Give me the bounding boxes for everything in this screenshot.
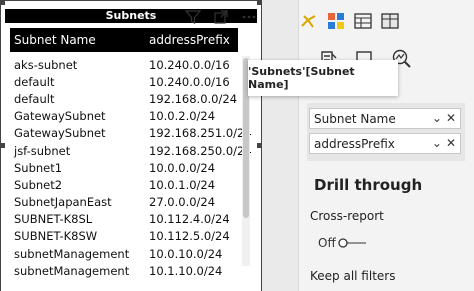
cell-address-prefix: 10.112.5.0/24 xyxy=(149,229,230,244)
table-row[interactable]: default 192.168.0.0/24 xyxy=(10,90,238,107)
column-header-address-prefix[interactable]: addressPrefix xyxy=(141,33,238,47)
cell-address-prefix: 10.0.1.0/24 xyxy=(149,177,216,192)
decomposition-tree-icon[interactable] xyxy=(327,12,345,30)
table-row[interactable]: SubnetJapanEast 27.0.0.0/24 xyxy=(10,194,238,211)
selection-border xyxy=(0,0,262,1)
table-icon[interactable] xyxy=(354,12,372,30)
drill-through-heading: Drill through xyxy=(314,176,423,194)
table-row[interactable]: aks-subnet 10.240.0.0/16 xyxy=(10,56,238,73)
chevron-down-icon[interactable]: ⌄ xyxy=(432,111,442,125)
cross-report-toggle[interactable] xyxy=(337,238,367,248)
cell-subnet-name: default xyxy=(14,91,55,106)
cell-address-prefix: 10.240.0.0/16 xyxy=(149,57,230,72)
filter-icon[interactable] xyxy=(184,8,202,26)
table-row[interactable]: GatewaySubnet 192.168.251.0/24 xyxy=(10,125,252,142)
cell-address-prefix: 10.240.0.0/16 xyxy=(149,74,230,89)
cell-subnet-name: SUBNET-K8SL xyxy=(14,212,93,227)
chevron-down-icon[interactable]: ⌄ xyxy=(432,136,442,150)
table-body: aks-subnet 10.240.0.0/16 default 10.240.0.… xyxy=(10,56,252,279)
cell-address-prefix: 192.168.0.0/24 xyxy=(149,91,238,106)
resize-handle[interactable] xyxy=(257,0,262,5)
cell-subnet-name: aks-subnet xyxy=(14,57,78,72)
cell-subnet-name: GatewaySubnet xyxy=(14,109,106,124)
close-icon[interactable]: ✕ xyxy=(446,111,456,125)
cell-address-prefix: 192.168.250.0/24 xyxy=(149,143,252,158)
table-row[interactable]: default 10.240.0.0/16 xyxy=(10,73,238,90)
field-tooltip: 'Subnets'[Subnet Name] xyxy=(248,60,398,96)
cell-subnet-name: default xyxy=(14,74,55,89)
close-icon[interactable]: ✕ xyxy=(446,136,456,150)
table-row[interactable]: GatewaySubnet 10.0.2.0/24 xyxy=(10,108,238,125)
cell-address-prefix: 10.112.4.0/24 xyxy=(149,212,230,227)
cell-subnet-name: GatewaySubnet xyxy=(14,126,106,141)
cell-subnet-name: Subnet2 xyxy=(14,177,63,192)
cell-subnet-name: Subnet1 xyxy=(14,160,63,175)
visual-header-icons xyxy=(184,8,258,26)
table-row[interactable]: SUBNET-K8SL 10.112.4.0/24 xyxy=(10,211,238,228)
table-row[interactable]: jsf-subnet 192.168.250.0/24 xyxy=(10,142,252,159)
table-row[interactable]: Subnet2 10.0.1.0/24 xyxy=(10,176,238,193)
cell-subnet-name: SubnetJapanEast xyxy=(14,195,112,210)
cell-subnet-name: subnetManagement xyxy=(14,246,130,261)
focus-mode-icon[interactable] xyxy=(212,8,230,26)
visual-type-icons xyxy=(300,12,399,30)
keep-all-filters-label: Keep all filters xyxy=(310,269,396,283)
table-row[interactable]: SUBNET-K8SW 10.112.5.0/24 xyxy=(10,228,238,245)
column-header-subnet-name[interactable]: Subnet Name xyxy=(10,33,141,47)
table-header: Subnet Name addressPrefix xyxy=(10,28,238,52)
toggle-state-label: Off xyxy=(318,236,336,250)
cell-address-prefix: 192.168.251.0/24 xyxy=(149,126,252,141)
cell-address-prefix: 27.0.0.0/24 xyxy=(149,195,216,210)
cell-subnet-name: subnetManagement xyxy=(14,263,130,278)
resize-handle[interactable] xyxy=(0,0,5,5)
cell-address-prefix: 10.0.0.0/24 xyxy=(149,160,216,175)
matrix-icon[interactable] xyxy=(381,12,399,30)
field-well-item[interactable]: addressPrefix ⌄ ✕ xyxy=(309,133,461,154)
field-label: Subnet Name xyxy=(314,111,396,126)
table-visual[interactable]: Subnets Subnet Name addressPrefix aks-su… xyxy=(0,0,262,291)
field-label: addressPrefix xyxy=(314,136,395,151)
table-row[interactable]: subnetManagement 10.1.10.0/24 xyxy=(10,262,238,279)
cell-address-prefix: 10.0.2.0/24 xyxy=(149,109,216,124)
cell-address-prefix: 10.1.10.0/24 xyxy=(149,263,223,278)
cross-report-label: Cross-report xyxy=(310,209,384,223)
key-influencers-icon[interactable] xyxy=(300,12,318,30)
table-row[interactable]: subnetManagement 10.0.10.0/24 xyxy=(10,245,238,262)
cell-subnet-name: SUBNET-K8SW xyxy=(14,229,98,244)
table-row[interactable]: Subnet1 10.0.0.0/24 xyxy=(10,159,238,176)
cell-address-prefix: 10.0.10.0/24 xyxy=(149,246,223,261)
resize-handle[interactable] xyxy=(0,143,5,148)
resize-handle[interactable] xyxy=(257,143,262,148)
field-well-item[interactable]: Subnet Name ⌄ ✕ xyxy=(309,108,461,129)
more-options-icon[interactable] xyxy=(240,8,258,26)
cell-subnet-name: jsf-subnet xyxy=(14,143,71,158)
